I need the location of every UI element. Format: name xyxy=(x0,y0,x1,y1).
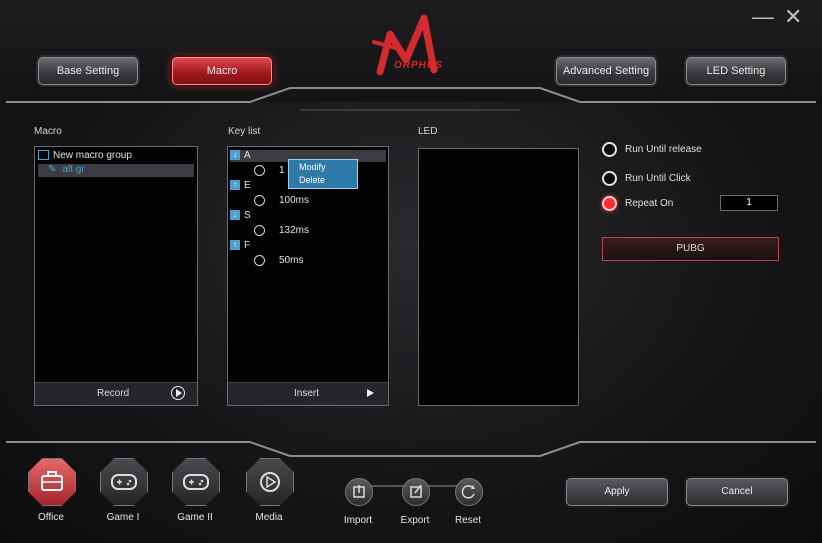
clock-icon xyxy=(254,225,265,236)
profile-game1-button[interactable] xyxy=(100,458,148,506)
delay-label: 100ms xyxy=(279,195,310,207)
export-label: Export xyxy=(400,515,430,526)
delay-label: 50ms xyxy=(279,255,304,267)
key-label: A xyxy=(244,150,251,161)
reset-button[interactable] xyxy=(455,478,483,506)
m-logo-icon xyxy=(372,14,438,76)
minimize-button[interactable]: — xyxy=(752,6,774,28)
delay-row[interactable]: 132ms xyxy=(254,225,309,236)
key-row[interactable]: ↑ E xyxy=(230,180,251,191)
repeat-count-input[interactable]: 1 xyxy=(720,195,778,211)
profile-office-label: Office xyxy=(38,512,64,523)
reset-icon xyxy=(461,485,475,499)
key-down-icon: ↓ xyxy=(230,150,240,161)
radio-run-until-release[interactable] xyxy=(602,142,617,157)
key-down-icon: ↓ xyxy=(230,210,240,221)
clock-icon xyxy=(254,165,265,176)
macro-item-row[interactable]: ✎ alt gr xyxy=(38,164,194,177)
media-play-icon xyxy=(260,472,280,492)
menu-item-delete[interactable]: Delete xyxy=(299,175,325,185)
insert-label: Insert xyxy=(294,388,320,399)
import-button[interactable] xyxy=(345,478,373,506)
macro-panel-label: Macro xyxy=(34,126,62,137)
profile-game2-label: Game II xyxy=(177,512,213,523)
macro-item-name: alt gr xyxy=(62,164,85,175)
import-label: Import xyxy=(343,515,373,526)
delay-row[interactable]: 50ms xyxy=(254,255,303,266)
macro-settings-window: — ✕ ORPHUS Base Setting Macro Advanced S… xyxy=(0,0,822,543)
reset-label: Reset xyxy=(454,515,482,526)
delay-label: 132ms xyxy=(279,225,310,237)
header-divider xyxy=(6,87,816,111)
pencil-icon: ✎ xyxy=(48,164,57,175)
record-bar[interactable]: Record xyxy=(35,382,197,405)
profile-game2-button[interactable] xyxy=(172,458,220,506)
cancel-button[interactable]: Cancel xyxy=(686,478,788,506)
close-button[interactable]: ✕ xyxy=(784,6,802,28)
key-up-icon: ↑ xyxy=(230,180,240,191)
play-circle-icon[interactable] xyxy=(171,386,185,400)
key-label: E xyxy=(244,180,251,191)
play-arrow-icon[interactable] xyxy=(367,389,374,397)
briefcase-icon xyxy=(41,471,63,491)
insert-bar[interactable]: Insert xyxy=(228,382,388,405)
macro-group-row[interactable]: New macro group xyxy=(38,150,194,162)
folder-icon xyxy=(38,150,49,161)
delay-row[interactable]: 1 xyxy=(254,165,285,176)
record-label: Record xyxy=(97,388,130,399)
key-up-icon: ↑ xyxy=(230,240,240,251)
import-icon xyxy=(353,485,365,498)
clock-icon xyxy=(254,195,265,206)
radio-run-until-click[interactable] xyxy=(602,171,617,186)
macro-group-name: New macro group xyxy=(53,150,132,161)
export-icon xyxy=(410,484,422,498)
run-until-click-label: Run Until Click xyxy=(625,173,691,184)
key-row[interactable]: ↑ F xyxy=(230,240,250,251)
clock-icon xyxy=(254,255,265,266)
key-label: S xyxy=(244,210,251,221)
repeat-on-label: Repeat On xyxy=(625,198,674,209)
led-panel xyxy=(418,148,579,406)
profile-media-button[interactable] xyxy=(246,458,294,506)
apply-button[interactable]: Apply xyxy=(566,478,668,506)
key-row[interactable]: ↓ S xyxy=(230,210,251,221)
profile-office-button[interactable] xyxy=(28,458,76,506)
keylist-panel-label: Key list xyxy=(228,126,261,137)
gamepad-icon xyxy=(183,474,209,490)
profile-game1-label: Game I xyxy=(106,512,140,523)
radio-repeat-on[interactable] xyxy=(602,196,617,211)
menu-item-modify[interactable]: Modify xyxy=(299,162,326,172)
key-label: F xyxy=(244,240,251,251)
brand-text: ORPHUS xyxy=(394,60,443,71)
gamepad-icon xyxy=(111,474,137,490)
macro-panel: New macro group ✎ alt gr Record xyxy=(34,146,198,406)
led-panel-label: LED xyxy=(418,126,438,137)
context-menu: Modify Delete xyxy=(288,159,358,189)
profile-media-label: Media xyxy=(255,512,283,523)
delay-row[interactable]: 100ms xyxy=(254,195,309,206)
run-until-release-label: Run Until release xyxy=(625,144,702,155)
delay-label: 1 xyxy=(279,165,285,177)
profile-name-button[interactable]: PUBG xyxy=(602,237,779,261)
export-button[interactable] xyxy=(402,478,430,506)
